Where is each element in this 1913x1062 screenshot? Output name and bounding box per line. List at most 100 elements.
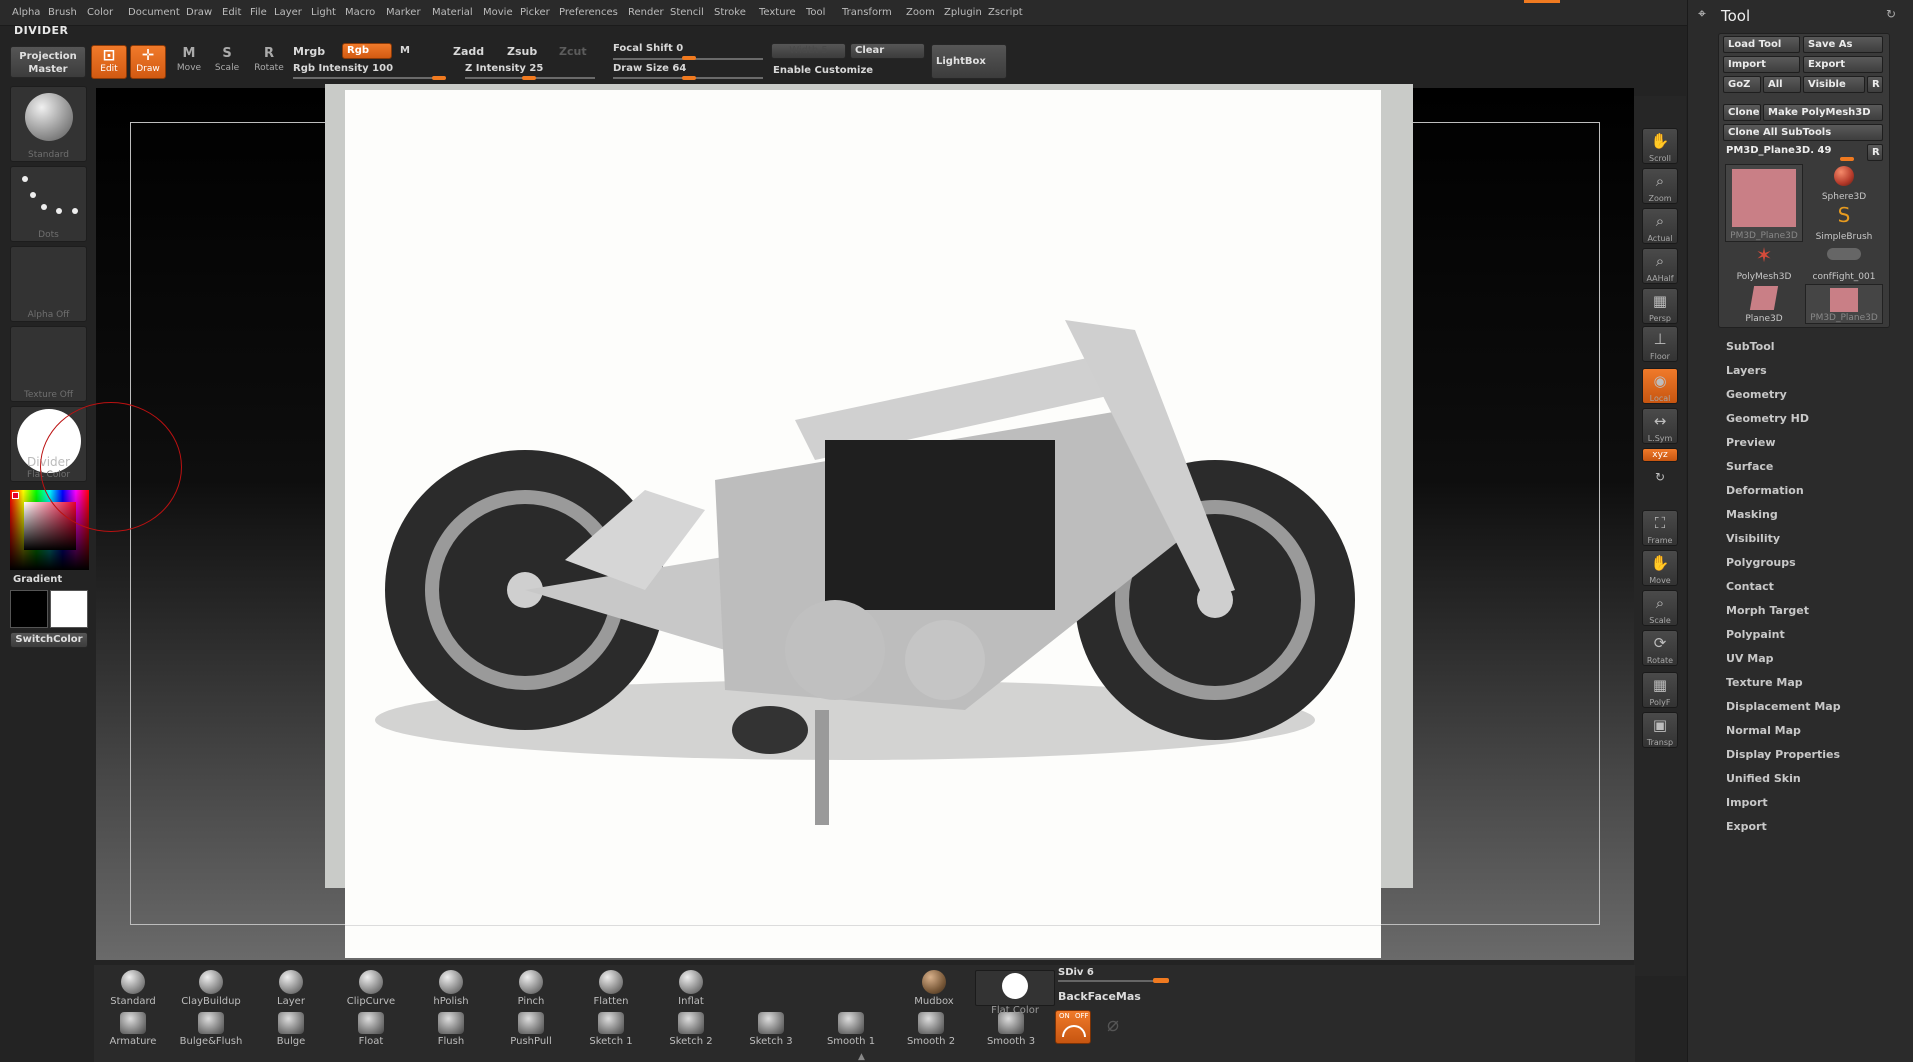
clone-all-subtools-button[interactable]: Clone All SubTools	[1723, 124, 1883, 141]
menu-texture[interactable]: Texture	[759, 7, 796, 18]
switch-color-button[interactable]: SwitchColor	[10, 632, 88, 648]
menu-color[interactable]: Color	[87, 7, 113, 18]
shelf-scroll-button[interactable]: ✋ Scroll	[1642, 128, 1678, 164]
menu-material[interactable]: Material	[432, 7, 473, 18]
shelf-aahalf-button[interactable]: ⌕ AAHalf	[1642, 248, 1678, 284]
mrgb-button[interactable]: Mrgb	[293, 45, 325, 58]
enable-customize-button[interactable]: Enable Customize	[773, 65, 873, 76]
tool-thumb-simplebrush[interactable]: S SimpleBrush	[1805, 204, 1883, 242]
focal-shift-slider[interactable]: Focal Shift 0	[613, 43, 683, 54]
menu-zplugin[interactable]: Zplugin	[944, 7, 982, 18]
brush-armature[interactable]: Armature	[97, 1012, 169, 1047]
move-button[interactable]: M Move	[171, 45, 207, 79]
on-off-toggle[interactable]: ON OFF	[1055, 1010, 1091, 1044]
gradient-toggle[interactable]: Gradient	[13, 574, 62, 585]
tool-section-displacement-map[interactable]: Displacement Map	[1726, 700, 1841, 713]
brush-flatten[interactable]: Flatten	[575, 970, 647, 1007]
tool-section-export[interactable]: Export	[1726, 820, 1767, 833]
alpha-thumbnail[interactable]: Alpha Off	[10, 246, 87, 322]
tool-thumb-pm3d-plane-main[interactable]: PM3D_Plane3D	[1725, 164, 1803, 242]
zadd-button[interactable]: Zadd	[453, 45, 484, 58]
menu-marker[interactable]: Marker	[386, 7, 421, 18]
brush-float[interactable]: Float	[335, 1012, 407, 1047]
zsub-button[interactable]: Zsub	[507, 45, 537, 58]
shelf-xyz-button[interactable]: xyz	[1642, 448, 1678, 462]
shelf-move-button[interactable]: ✋ Move	[1642, 550, 1678, 586]
tool-thumb-pm3d-plane-small[interactable]: PM3D_Plane3D	[1805, 284, 1883, 324]
visible-button[interactable]: Visible	[1803, 76, 1865, 93]
menu-stencil[interactable]: Stencil	[670, 7, 704, 18]
brush-bulge[interactable]: Bulge	[255, 1012, 327, 1047]
tool-section-surface[interactable]: Surface	[1726, 460, 1773, 473]
tool-section-layers[interactable]: Layers	[1726, 364, 1767, 377]
make-polymesh-button[interactable]: Make PolyMesh3D	[1763, 104, 1883, 121]
tool-section-uv-map[interactable]: UV Map	[1726, 652, 1774, 665]
all-button[interactable]: All	[1763, 76, 1801, 93]
tool-panel-pin-icon[interactable]: ⌖	[1698, 6, 1706, 22]
shelf-zoom-button[interactable]: ⌕ Zoom	[1642, 168, 1678, 204]
brush-standard[interactable]: Standard	[97, 970, 169, 1007]
width-field[interactable]: Width 5	[771, 43, 846, 59]
shelf-floor-button[interactable]: ⊥ Floor	[1642, 326, 1678, 362]
menu-light[interactable]: Light	[311, 7, 336, 18]
current-tool-slider-knob[interactable]	[1840, 157, 1854, 161]
brush-hpolish[interactable]: hPolish	[415, 970, 487, 1007]
brush-sketch-1[interactable]: Sketch 1	[575, 1012, 647, 1047]
texture-thumbnail[interactable]: Texture Off	[10, 326, 87, 402]
menu-picker[interactable]: Picker	[520, 7, 550, 18]
brush-mudbox[interactable]: Mudbox	[898, 970, 970, 1007]
secondary-color-swatch[interactable]	[50, 590, 88, 628]
draw-button[interactable]: ✛ Draw	[130, 45, 166, 79]
tool-section-contact[interactable]: Contact	[1726, 580, 1774, 593]
draw-size-knob[interactable]	[682, 76, 696, 80]
scale-button[interactable]: S Scale	[209, 45, 245, 79]
shelf-frame-button[interactable]: ⛶ Frame	[1642, 510, 1678, 546]
zcut-button[interactable]: Zcut	[559, 45, 587, 58]
tool-section-import[interactable]: Import	[1726, 796, 1768, 809]
brush-pinch[interactable]: Pinch	[495, 970, 567, 1007]
tool-section-subtool[interactable]: SubTool	[1726, 340, 1775, 353]
brush-sketch-2[interactable]: Sketch 2	[655, 1012, 727, 1047]
brush-smooth-1[interactable]: Smooth 1	[815, 1012, 887, 1047]
current-tool-r-button[interactable]: R	[1867, 144, 1883, 161]
menu-brush[interactable]: Brush	[48, 7, 77, 18]
menu-zoom[interactable]: Zoom	[906, 7, 935, 18]
flat-color-material-button[interactable]: Flat Color	[975, 970, 1055, 1016]
menu-tool[interactable]: Tool	[806, 7, 825, 18]
shelf-expand-arrow-icon[interactable]: ▲	[858, 1052, 870, 1062]
export-button[interactable]: Export	[1803, 56, 1883, 73]
edit-button[interactable]: ⊡ Edit	[91, 45, 127, 79]
draw-size-slider[interactable]: Draw Size 64	[613, 63, 686, 74]
menu-stroke[interactable]: Stroke	[714, 7, 746, 18]
import-button[interactable]: Import	[1723, 56, 1800, 73]
load-tool-button[interactable]: Load Tool	[1723, 36, 1800, 53]
shelf-actual-button[interactable]: ⌕ Actual	[1642, 208, 1678, 244]
goz-r-button[interactable]: R	[1867, 76, 1883, 93]
menu-file[interactable]: File	[250, 7, 267, 18]
brush-pushpull[interactable]: PushPull	[495, 1012, 567, 1047]
tool-section-morph-target[interactable]: Morph Target	[1726, 604, 1809, 617]
goz-button[interactable]: GoZ	[1723, 76, 1761, 93]
m-button[interactable]: M	[400, 45, 410, 56]
z-intensity-knob[interactable]	[522, 76, 536, 80]
sdiv-knob[interactable]	[1153, 978, 1169, 983]
brush-sketch-3[interactable]: Sketch 3	[735, 1012, 807, 1047]
shelf-local-button[interactable]: ◉ Local	[1642, 368, 1678, 404]
tool-section-geometry[interactable]: Geometry	[1726, 388, 1787, 401]
menu-draw[interactable]: Draw	[186, 7, 212, 18]
tool-section-visibility[interactable]: Visibility	[1726, 532, 1780, 545]
menu-preferences[interactable]: Preferences	[559, 7, 618, 18]
brush-thumbnail[interactable]: Standard	[10, 86, 87, 162]
shelf-transp-button[interactable]: ▣ Transp	[1642, 712, 1678, 748]
brush-smooth-2[interactable]: Smooth 2	[895, 1012, 967, 1047]
shelf-lock-button[interactable]: ↻	[1642, 470, 1678, 488]
clear-button[interactable]: Clear	[850, 43, 925, 59]
brush-bulge-flush[interactable]: Bulge&Flush	[175, 1012, 247, 1047]
tool-section-preview[interactable]: Preview	[1726, 436, 1776, 449]
shelf-l-sym-button[interactable]: ↔ L.Sym	[1642, 408, 1678, 444]
tool-thumb-plane3d[interactable]: Plane3D	[1725, 284, 1803, 324]
backface-mask-button[interactable]: BackFaceMas	[1058, 990, 1141, 1003]
brush-flush[interactable]: Flush	[415, 1012, 487, 1047]
lightbox-button[interactable]: LightBox	[931, 44, 1007, 79]
tool-thumb-sphere3d[interactable]: Sphere3D	[1805, 164, 1883, 202]
